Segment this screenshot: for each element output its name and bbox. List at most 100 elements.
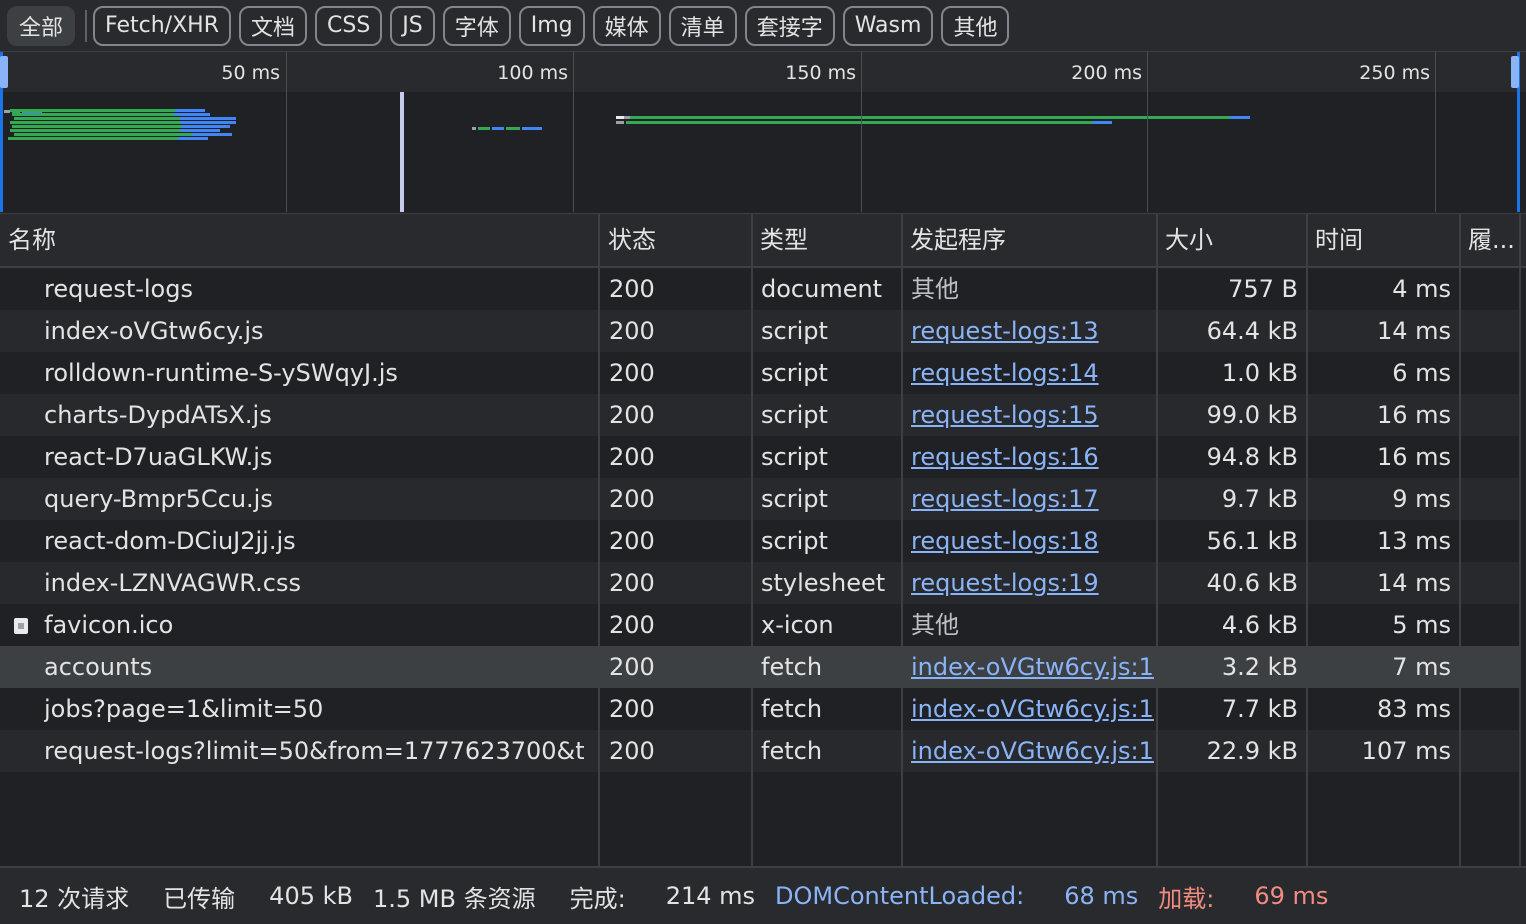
overview-request-bar xyxy=(182,125,230,128)
overview-gridline xyxy=(1147,52,1148,212)
table-header: 名称 状态 类型 发起程序 大小 时间 履... xyxy=(0,214,1526,268)
overview-request-bar xyxy=(180,129,220,132)
cell-initiator[interactable]: request-logs:16 xyxy=(911,436,1155,478)
cell-initiator[interactable]: request-logs:17 xyxy=(911,478,1155,520)
table-row[interactable]: react-dom-DCiuJ2jj.js 200 script request-lo… xyxy=(0,520,1520,562)
table-row[interactable]: jobs?page=1&limit=50 200 fetch index-oVGtw6… xyxy=(0,688,1520,730)
file-icon xyxy=(14,618,28,634)
overview-request-bar xyxy=(14,117,180,120)
filter-chip[interactable]: Img xyxy=(518,5,585,46)
table-row[interactable]: query-Bmpr5Ccu.js 200 script request-logs:1… xyxy=(0,478,1520,520)
filter-chip[interactable]: 套接字 xyxy=(744,5,835,46)
filter-chip[interactable]: Wasm xyxy=(842,5,934,46)
column-divider[interactable] xyxy=(598,214,600,866)
filter-chip[interactable]: 全部 xyxy=(7,5,76,46)
transferred-label: 已传输 xyxy=(163,884,236,913)
cell-status: 200 xyxy=(609,695,655,723)
cell-initiator: 其他 xyxy=(911,611,959,639)
cell-initiator[interactable]: request-logs:15 xyxy=(911,394,1155,436)
cell-name: request-logs xyxy=(44,275,193,303)
cell-initiator[interactable]: request-logs:14 xyxy=(911,352,1155,394)
cell-type: script xyxy=(761,443,828,471)
column-header-initiator[interactable]: 发起程序 xyxy=(902,214,1156,266)
column-header-type[interactable]: 类型 xyxy=(752,214,900,266)
filter-chip[interactable]: 字体 xyxy=(442,5,511,46)
cell-initiator[interactable]: index-oVGtw6cy.js:1 xyxy=(911,688,1155,730)
network-overview-timeline[interactable]: 50 ms 100 ms 150 ms 200 ms 250 ms xyxy=(0,52,1526,214)
finish-time: 214 ms xyxy=(665,882,756,910)
overview-request-bar xyxy=(506,127,520,130)
overview-request-bar xyxy=(10,129,180,132)
dom-content-loaded-label: DOMContentLoaded: xyxy=(775,882,1025,910)
table-row[interactable]: favicon.ico 200 x-icon 其他 4.6 kB 5 ms xyxy=(0,604,1520,646)
cell-time: 14 ms xyxy=(1376,569,1451,597)
resource-type-filter-bar: 全部 Fetch/XHR 文档 CSS JS 字体 Img 媒体 清单 套接字 Wasm 其他 xyxy=(0,0,1526,52)
filter-chip[interactable]: CSS xyxy=(315,5,383,46)
table-row[interactable]: charts-DypdATsX.js 200 script request-logs:… xyxy=(0,394,1520,436)
table-row[interactable]: accounts 200 fetch index-oVGtw6cy.js:1 3.2 k… xyxy=(0,646,1520,688)
cell-name: charts-DypdATsX.js xyxy=(44,401,272,429)
filter-chip[interactable]: Fetch/XHR xyxy=(93,5,231,46)
finish-label: 完成: xyxy=(569,884,626,913)
overview-request-bar xyxy=(492,127,504,130)
cell-time: 13 ms xyxy=(1376,527,1451,555)
cell-size: 22.9 kB xyxy=(1206,737,1298,765)
overview-gridline xyxy=(286,52,287,212)
overview-gridline xyxy=(861,52,862,212)
filter-chip[interactable]: 文档 xyxy=(238,5,307,46)
cell-initiator[interactable]: request-logs:19 xyxy=(911,562,1155,604)
table-row[interactable]: rolldown-runtime-S-ySWqyJ.js 200 script req… xyxy=(0,352,1520,394)
column-divider[interactable] xyxy=(1459,214,1461,866)
table-row[interactable]: index-oVGtw6cy.js 200 script request-logs:1… xyxy=(0,310,1520,352)
cell-name: index-oVGtw6cy.js xyxy=(44,317,264,345)
table-row[interactable]: request-logs?limit=50&from=1777623700&t.… xyxy=(0,730,1520,772)
cell-status: 200 xyxy=(609,275,655,303)
column-header-time[interactable]: 时间 xyxy=(1307,214,1459,266)
cell-status: 200 xyxy=(609,359,655,387)
cell-initiator[interactable]: request-logs:18 xyxy=(911,520,1155,562)
column-header-name[interactable]: 名称 xyxy=(0,214,598,266)
overview-request-bar xyxy=(178,137,208,140)
cell-name: index-LZNVAGWR.css xyxy=(44,569,301,597)
cell-type: fetch xyxy=(761,653,823,681)
overview-gridline xyxy=(573,52,574,212)
table-row[interactable]: react-D7uaGLKW.js 200 script request-logs:1… xyxy=(0,436,1520,478)
overview-request-bar xyxy=(1230,116,1250,119)
transferred-size: 405 kB xyxy=(269,882,353,910)
overview-tick-label: 100 ms xyxy=(497,62,568,84)
cell-name: jobs?page=1&limit=50 xyxy=(44,695,324,723)
cell-time: 107 ms xyxy=(1361,737,1451,765)
cell-initiator[interactable]: index-oVGtw6cy.js:1 xyxy=(911,646,1155,688)
resources-size: 1.5 MB 条资源 xyxy=(372,884,536,913)
column-divider[interactable] xyxy=(1306,214,1308,866)
cell-type: x-icon xyxy=(761,611,834,639)
cell-size: 40.6 kB xyxy=(1206,569,1298,597)
filter-chip[interactable]: 其他 xyxy=(941,5,1010,46)
cell-initiator[interactable]: index-oVGtw6cy.js:1 xyxy=(911,730,1155,772)
cell-status: 200 xyxy=(609,443,655,471)
cell-status: 200 xyxy=(609,653,655,681)
cell-time: 16 ms xyxy=(1376,443,1451,471)
column-divider[interactable] xyxy=(751,214,753,866)
table-row[interactable]: index-LZNVAGWR.css 200 stylesheet request-l… xyxy=(0,562,1520,604)
cell-size: 4.6 kB xyxy=(1221,611,1298,639)
column-divider[interactable] xyxy=(1156,214,1158,866)
cell-type: script xyxy=(761,527,828,555)
column-header-waterfall[interactable]: 履... xyxy=(1460,214,1520,266)
overview-request-bar xyxy=(478,127,490,130)
filter-chip[interactable]: JS xyxy=(390,5,435,46)
cell-initiator[interactable]: request-logs:13 xyxy=(911,310,1155,352)
filter-chip[interactable]: 清单 xyxy=(668,5,737,46)
overview-request-bar xyxy=(616,116,624,119)
overview-request-bar xyxy=(175,109,205,112)
cell-type: script xyxy=(761,317,828,345)
filter-chip[interactable]: 媒体 xyxy=(592,5,661,46)
column-header-status[interactable]: 状态 xyxy=(600,214,750,266)
cell-size: 9.7 kB xyxy=(1221,485,1298,513)
cell-initiator: 其他 xyxy=(911,275,959,303)
cell-status: 200 xyxy=(609,317,655,345)
column-divider[interactable] xyxy=(901,214,903,866)
request-table: 名称 状态 类型 发起程序 大小 时间 履... request-logs 200… xyxy=(0,214,1526,866)
table-row[interactable]: request-logs 200 document 其他 757 B 4 ms xyxy=(0,268,1520,310)
column-header-size[interactable]: 大小 xyxy=(1157,214,1306,266)
